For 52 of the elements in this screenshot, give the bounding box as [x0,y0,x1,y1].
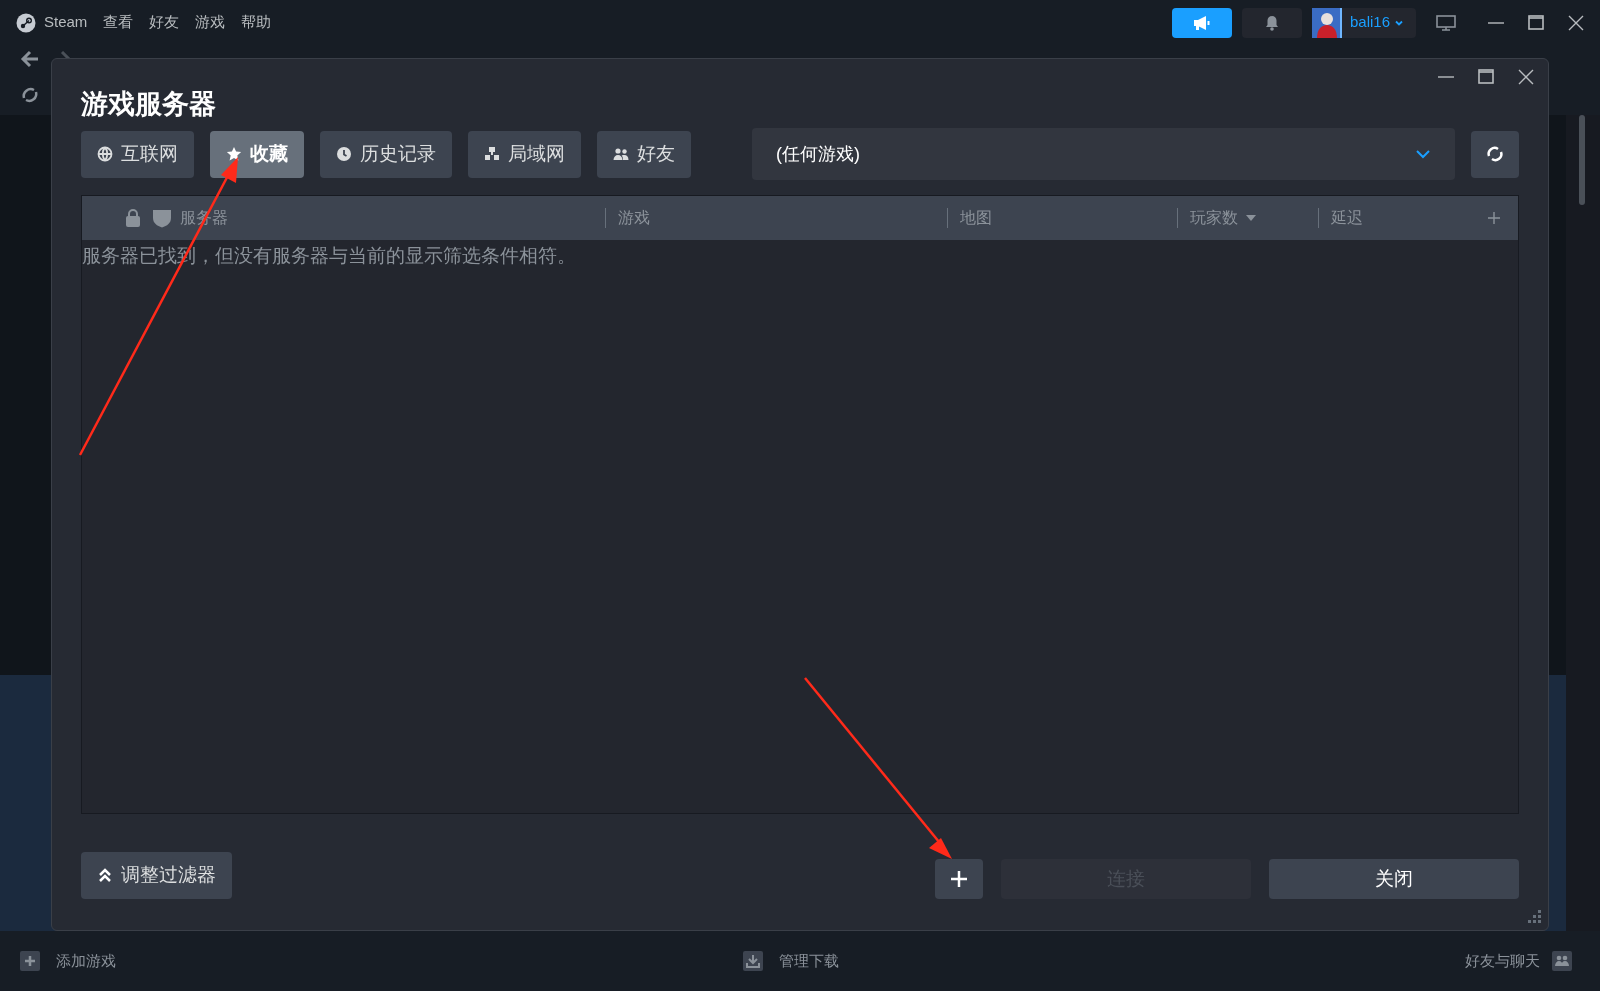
refresh-icon[interactable] [20,85,40,105]
plus-icon [951,871,967,887]
game-dropdown[interactable]: (任何游戏) [752,128,1455,180]
megaphone-icon [1191,14,1212,31]
close-button[interactable]: 关闭 [1269,859,1519,899]
maximize-icon[interactable] [1528,14,1544,31]
double-chevron-up-icon [97,867,113,883]
steam-logo-icon [16,12,36,33]
menu-item[interactable]: 游戏 [195,11,226,34]
refresh-icon [1485,144,1505,164]
clock-icon [336,146,352,162]
filter-tab[interactable]: 好友 [597,130,691,178]
menu-item[interactable]: 帮助 [241,11,272,34]
filter-tab[interactable]: 收藏 [210,130,304,178]
add-column-icon[interactable] [1488,212,1500,224]
star-icon [226,146,242,162]
scrollbar-thumb[interactable] [1579,115,1585,205]
add-game-button[interactable]: 添加游戏 [20,949,116,973]
close-icon[interactable] [1518,69,1534,85]
announcements-button[interactable] [1171,7,1232,38]
network-icon [484,146,500,162]
filter-tab[interactable]: 历史记录 [320,130,452,178]
friends-icon [613,146,629,162]
add-server-button[interactable] [935,859,983,899]
vac-shield-icon [152,208,172,228]
username: bali16 [1349,12,1390,33]
bell-icon [1263,14,1280,31]
filter-tab[interactable]: 互联网 [81,130,194,178]
maximize-icon[interactable] [1478,69,1494,85]
filter-tab[interactable]: 局域网 [468,130,581,178]
downloads-button[interactable]: 管理下载 [742,949,839,973]
menu-item[interactable]: 查看 [103,11,134,34]
globe-icon [97,146,113,162]
notifications-button[interactable] [1241,7,1302,38]
close-icon[interactable] [1568,14,1584,31]
friends-icon [1552,951,1572,971]
account-menu[interactable]: bali16 [1311,7,1416,38]
avatar [1311,7,1342,38]
menu-item[interactable]: 好友 [149,11,180,34]
monitor-icon[interactable] [1436,14,1456,31]
sort-caret-icon [1246,215,1256,221]
app-menu[interactable]: Steam [44,11,88,34]
plus-icon [20,951,40,971]
download-icon [742,951,763,971]
chevron-down-icon [1415,148,1431,160]
resize-grip-icon[interactable] [1528,910,1542,924]
dialog-title: 游戏服务器 [81,88,216,121]
refresh-button[interactable] [1471,130,1519,178]
friends-chat-button[interactable]: 好友与聊天 [1465,949,1572,973]
back-arrow-icon[interactable] [20,49,40,69]
lock-icon [125,208,141,228]
filter-button[interactable]: 调整过滤器 [81,851,232,899]
